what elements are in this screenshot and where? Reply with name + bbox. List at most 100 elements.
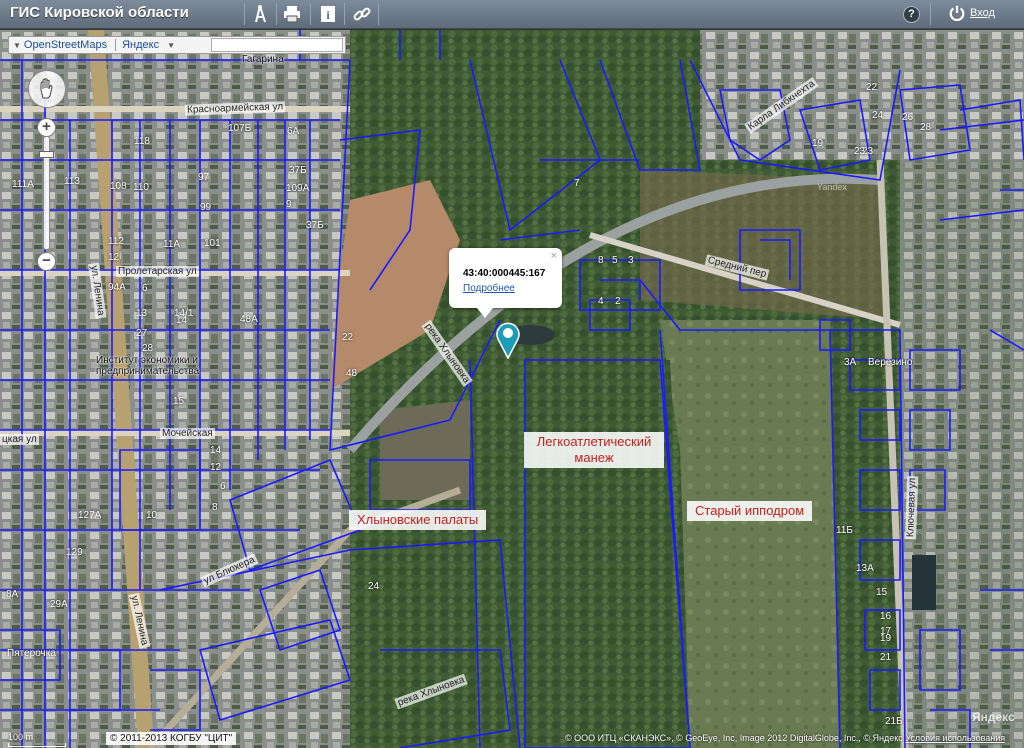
cadastral-number: 43:40:000445:167 [463,268,546,279]
app-title: ГИС Кировской области [10,4,189,21]
more-link[interactable]: Подробнее [463,283,515,294]
street-label: Мочейская [160,428,215,439]
house-number: 101 [204,238,221,249]
house-number: 28 [142,343,154,354]
layer-option-osm[interactable]: OpenStreetMaps [24,39,115,51]
house-number: 37Б [289,165,307,176]
attribution-text: © ООО ИТЦ «СКАНЭКС», © GeoEye, Inc, Imag… [565,733,903,743]
house-number: 12 [108,252,120,263]
parcel-popup: × 43:40:000445:167 Подробнее [449,248,562,318]
toolbar-divider [310,3,311,25]
house-number: 24 [872,110,884,121]
house-number: 27 [136,328,148,339]
link-icon [353,7,371,21]
print-button[interactable] [278,1,306,27]
street-label: цкая ул [0,434,39,445]
map-canvas[interactable]: ▼ OpenStreetMaps Яндекс ▼ + − Гагарина К… [0,30,1024,748]
house-number: 22 [342,332,354,343]
house-number: 11Б [836,525,853,536]
house-number: 2 [615,296,621,307]
zoom-slider[interactable] [39,136,54,250]
info-button[interactable]: i [314,1,342,27]
place-label-hippodrome[interactable]: Старый ипподром [687,501,813,521]
street-label: Гагарина [242,54,284,65]
place-label: Институт экономики и предпринимательства [96,355,200,377]
login-label: Вход [970,7,995,19]
chevron-down-icon[interactable]: ▼ [167,41,175,50]
house-number: 13 [136,308,148,319]
place-label-arena[interactable]: Легкоатлетический манеж [524,432,664,468]
house-number: 94А [108,282,126,293]
house-number: 99 [200,202,212,213]
place-label-palaty[interactable]: Хлыновские палаты [349,510,487,530]
info-icon: i [321,6,335,22]
house-number: 28 [920,122,932,133]
copyright: © 2011-2013 КОГБУ "ЦИТ" [106,732,237,745]
login-button[interactable]: Вход [948,4,995,22]
zoom-in-button[interactable]: + [37,118,56,137]
house-number: 15 [876,587,888,598]
close-icon[interactable]: × [551,250,557,262]
house-number: 4 [598,296,604,307]
scale-label: 100 m [8,732,34,742]
location-marker-icon[interactable] [495,321,521,359]
watermark-label: Yandex [817,182,847,192]
toolbar-divider [930,3,931,25]
house-number: 118 [134,136,150,147]
street-label: Ключевая ул [905,475,919,540]
brand-watermark: Яндекс [972,710,1015,724]
house-number: 8А [6,589,19,600]
toolbar-divider [276,3,277,25]
house-number: 13А [856,563,874,574]
house-number: 11А [163,239,181,250]
house-number: 12 [210,462,222,473]
pan-control[interactable] [28,70,66,108]
search-input[interactable] [211,38,343,52]
measure-button[interactable] [246,1,274,27]
house-number: 109А [286,183,310,194]
house-number: 19 [812,138,824,149]
layer-divider [115,39,117,51]
zoom-slider-handle[interactable] [39,151,54,158]
print-icon [284,6,300,23]
terms-link[interactable]: Условия использования [905,733,1005,743]
power-icon [949,5,965,22]
house-number: 8 [598,255,604,266]
house-number: 22 [866,82,878,93]
house-number: 14/1 [174,308,194,319]
house-number: 5 [612,255,618,266]
attribution: © ООО ИТЦ «СКАНЭКС», © GeoEye, Inc, Imag… [565,733,1005,743]
zoom-out-button[interactable]: − [37,252,56,271]
house-number: 29А [50,599,68,610]
house-number: 23 [854,146,866,157]
toolbar-divider [378,3,379,25]
house-number: 9 [286,199,292,210]
house-number: 24 [368,581,380,592]
house-number: 113 [64,176,80,187]
help-button[interactable]: ? [903,6,920,23]
house-number: 21Б [885,716,903,727]
layer-option-yandex[interactable]: Яндекс [122,39,167,51]
house-number: 6 [142,283,148,294]
house-number: 108 [110,181,127,192]
house-number: 10 [146,510,158,521]
chevron-down-icon[interactable]: ▼ [13,41,21,50]
house-number: 48А [240,314,258,325]
house-number: 21 [880,652,892,663]
house-number: 37Б [306,220,324,231]
street-label: Пролетарская ул [116,266,199,277]
house-number: 111А [12,179,34,190]
house-number: 19 [880,633,892,644]
place-label: Верезино [868,357,913,368]
measure-icon [255,5,266,23]
link-button[interactable] [348,1,376,27]
house-number: 16 [880,611,892,622]
house-number: 48 [346,368,358,379]
house-number: 14 [210,445,222,456]
hand-icon [40,78,53,99]
top-toolbar: ГИС Кировской области i ? Вход [0,0,1024,29]
satellite-basemap [0,30,1024,748]
house-number: 6А [287,126,300,137]
house-number: 129 [66,547,83,558]
toolbar-divider [244,3,245,25]
